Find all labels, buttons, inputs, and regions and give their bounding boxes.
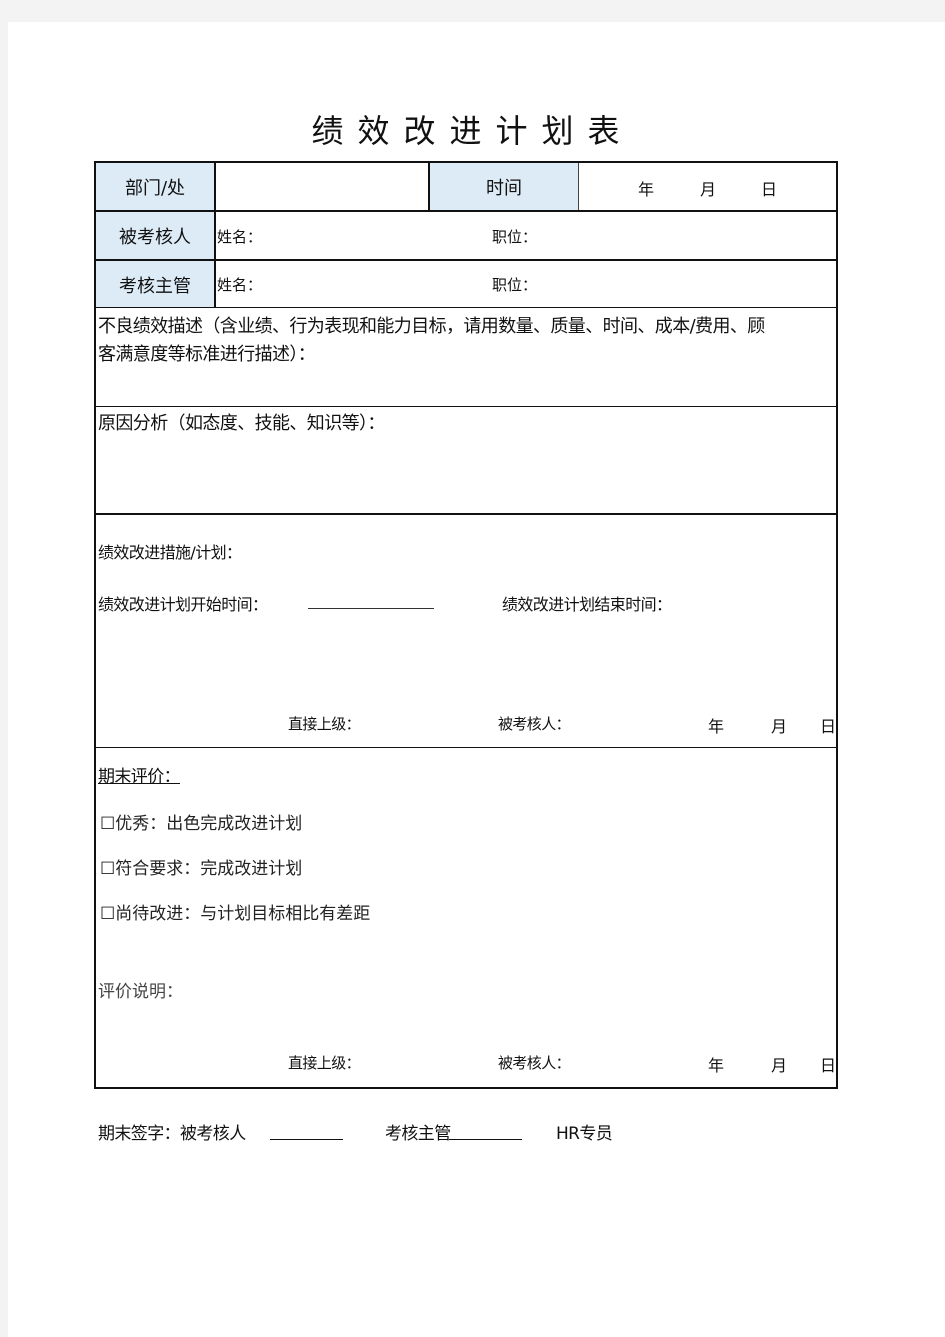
sign-month-label: 月 <box>771 717 788 736</box>
poor-performance-line1: 不良绩效描述（含业绩、行为表现和能力目标，请用数量、质量、时间、成本/费用、顾 <box>98 316 765 337</box>
year-label: 年 <box>638 180 655 199</box>
checkbox-icon[interactable]: ☐ <box>100 904 115 924</box>
supervisor-name-label: 姓名： <box>217 276 263 294</box>
footer-hr-label: HR专员 <box>556 1124 613 1144</box>
supervisor-position-label: 职位： <box>492 276 538 294</box>
reviewee-label-cell: 被考核人 <box>96 212 214 259</box>
option-label: 优秀：出色完成改进计划 <box>115 814 303 834</box>
reviewee-label: 被考核人 <box>119 226 191 248</box>
reviewee-sign-label: 被考核人： <box>498 1054 571 1072</box>
reviewee-sign-label: 被考核人： <box>498 715 571 733</box>
option-excellent[interactable]: ☐优秀：出色完成改进计划 <box>100 809 302 834</box>
supervisor-signature-line[interactable] <box>449 1139 522 1140</box>
day-label: 日 <box>761 180 778 199</box>
reviewee-name-label: 姓名： <box>217 228 263 246</box>
final-evaluation-section: 期末评价： ☐优秀：出色完成改进计划 ☐符合要求：完成改进计划 ☐尚待改进：与计… <box>96 748 836 1087</box>
time-label-cell: 时间 <box>430 163 578 210</box>
improvement-section[interactable]: 绩效改进措施/计划： 绩效改进计划开始时间： 绩效改进计划结束时间： 直接上级：… <box>96 515 836 747</box>
cause-analysis-section[interactable]: 原因分析（如态度、技能、知识等）： <box>96 407 836 513</box>
sign-day-label: 日 <box>820 717 837 736</box>
option-label: 尚待改进：与计划目标相比有差距 <box>115 904 371 924</box>
checkbox-icon[interactable]: ☐ <box>100 859 115 879</box>
supervisor-label: 考核主管 <box>119 275 191 297</box>
time-label: 时间 <box>486 177 522 199</box>
reviewee-info[interactable]: 姓名： 职位： <box>216 212 836 259</box>
dept-label: 部门/处 <box>124 177 186 199</box>
end-time-label: 绩效改进计划结束时间： <box>502 595 672 614</box>
cause-analysis-label: 原因分析（如态度、技能、知识等）： <box>98 413 385 434</box>
improvement-measures-label: 绩效改进措施/计划： <box>98 543 242 562</box>
sign-day-label: 日 <box>820 1056 837 1075</box>
superior-sign-label: 直接上级： <box>288 715 361 733</box>
date-field[interactable]: 年 月 日 <box>579 163 836 210</box>
supervisor-info[interactable]: 姓名： 职位： <box>216 261 836 308</box>
poor-performance-section[interactable]: 不良绩效描述（含业绩、行为表现和能力目标，请用数量、质量、时间、成本/费用、顾 … <box>96 308 836 406</box>
start-time-label: 绩效改进计划开始时间： <box>98 595 268 614</box>
dept-label-cell: 部门/处 <box>96 163 214 210</box>
reviewee-signature-line[interactable] <box>270 1139 343 1140</box>
supervisor-label-cell: 考核主管 <box>96 261 214 308</box>
month-label: 月 <box>700 180 717 199</box>
option-meets[interactable]: ☐符合要求：完成改进计划 <box>100 854 302 879</box>
footer-supervisor-label: 考核主管 <box>385 1124 451 1144</box>
poor-performance-line2: 客满意度等标准进行描述）： <box>98 344 316 365</box>
checkbox-icon[interactable]: ☐ <box>100 814 115 834</box>
comment-area[interactable] <box>98 998 828 1048</box>
footer-signature-prefix: 期末签字：被考核人 <box>98 1124 246 1144</box>
option-label: 符合要求：完成改进计划 <box>115 859 303 879</box>
sign-year-label: 年 <box>708 717 725 736</box>
reviewee-position-label: 职位： <box>492 228 538 246</box>
page-title: 绩效改进计划表 <box>311 112 634 150</box>
dept-input[interactable] <box>216 163 428 210</box>
sign-month-label: 月 <box>771 1056 788 1075</box>
start-time-input[interactable] <box>308 608 434 609</box>
option-needs-improvement[interactable]: ☐尚待改进：与计划目标相比有差距 <box>100 899 370 924</box>
sign-year-label: 年 <box>708 1056 725 1075</box>
final-evaluation-heading: 期末评价： <box>98 767 181 787</box>
superior-sign-label: 直接上级： <box>288 1054 361 1072</box>
